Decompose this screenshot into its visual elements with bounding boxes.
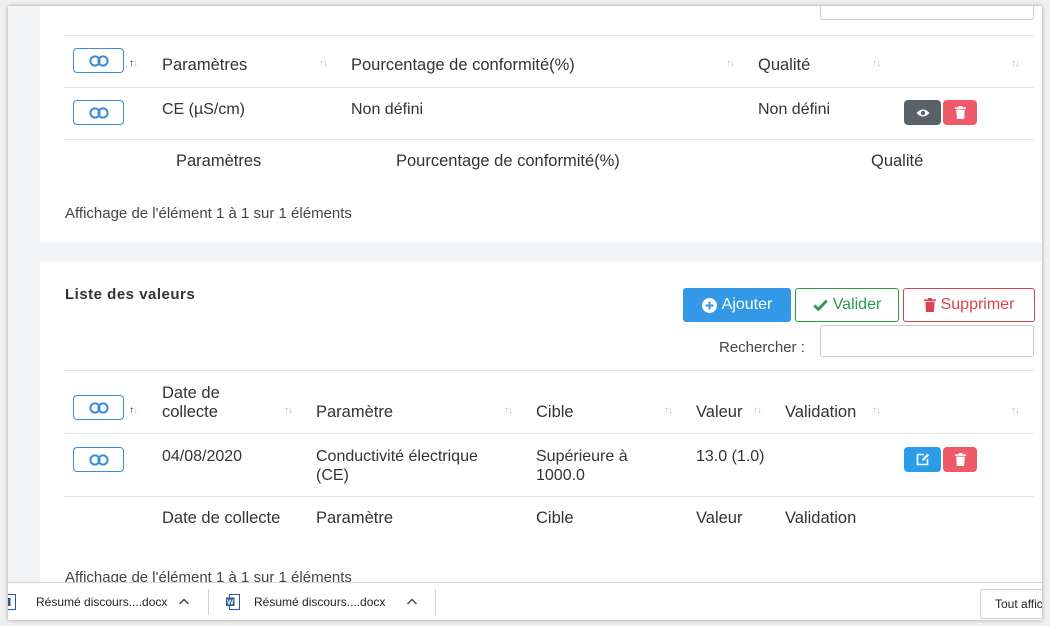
footer-param: Paramètre	[316, 509, 394, 527]
search-input[interactable]	[820, 325, 1034, 357]
chevron-up-icon[interactable]	[406, 596, 418, 608]
toggle-icon	[88, 401, 109, 414]
column-header-date-line1[interactable]: Date de	[162, 384, 220, 403]
column-header-param[interactable]: Paramètre	[316, 403, 393, 422]
delete-button-label: Supprimer	[940, 296, 1015, 313]
footer-value: Valeur	[696, 509, 743, 527]
divider	[64, 87, 1034, 88]
sort-icon[interactable]: ↑↓	[129, 58, 138, 69]
column-header-param[interactable]: Paramètres	[162, 56, 247, 75]
sort-icon[interactable]: ↑↓	[504, 405, 513, 416]
divider	[64, 370, 1034, 371]
validate-button-label: Valider	[832, 296, 882, 313]
toggle-icon	[88, 453, 109, 466]
footer-target: Cible	[536, 509, 574, 527]
column-header-date-line2[interactable]: collecte	[162, 403, 218, 422]
cell-param-line2: (CE)	[316, 467, 349, 484]
column-header-pct[interactable]: Pourcentage de conformité(%)	[351, 56, 575, 75]
cell-pct: Non défini	[351, 101, 424, 118]
sort-icon[interactable]: ↑↓	[1011, 58, 1020, 69]
sort-icon[interactable]: ↑↓	[664, 405, 673, 416]
word-doc-icon: W	[226, 594, 240, 610]
table-info: Affichage de l'élément 1 à 1 sur 1 éléme…	[65, 205, 352, 222]
cell-quality: Non défini	[758, 101, 831, 118]
toggle-icon	[88, 106, 109, 119]
word-doc-icon	[8, 594, 16, 610]
column-header-validation[interactable]: Validation	[785, 403, 856, 422]
divider	[64, 35, 1034, 36]
delete-row-button[interactable]	[943, 447, 977, 472]
footer-pct: Pourcentage de conformité(%)	[396, 152, 620, 170]
cell-date: 04/08/2020	[162, 448, 243, 465]
add-button-label: Ajouter	[721, 296, 773, 313]
cell-param: CE (µS/cm)	[162, 101, 245, 118]
svg-text:W: W	[227, 600, 234, 607]
browser-viewport: ↑↓ Paramètres ↑↓ Pourcentage de conformi…	[8, 6, 1042, 620]
download-item[interactable]: Résumé discours....docx	[8, 583, 167, 620]
download-bar: Résumé discours....docx W Résumé discour…	[8, 582, 1042, 620]
sort-icon[interactable]: ↑↓	[284, 405, 293, 416]
column-header-value[interactable]: Valeur	[696, 403, 742, 422]
trash-icon	[923, 298, 936, 312]
sort-icon[interactable]: ↑↓	[1011, 405, 1020, 416]
card-title: Liste des valeurs	[65, 286, 196, 303]
sort-icon[interactable]: ↑↓	[129, 405, 138, 416]
column-header-target[interactable]: Cible	[536, 403, 574, 422]
check-icon	[812, 299, 828, 311]
validate-button[interactable]: Valider	[795, 288, 899, 322]
results-search-input[interactable]	[820, 6, 1034, 20]
edit-icon	[916, 453, 929, 466]
cell-param-line1: Conductivité électrique	[316, 448, 478, 465]
footer-date: Date de collecte	[162, 509, 281, 527]
sort-icon[interactable]: ↑↓	[872, 58, 881, 69]
view-button[interactable]	[904, 100, 941, 125]
column-toggle-button[interactable]	[73, 48, 124, 73]
eye-icon	[916, 109, 929, 116]
download-item-label: Résumé discours....docx	[36, 595, 168, 609]
search-label: Rechercher :	[719, 339, 805, 356]
download-item[interactable]: W Résumé discours....docx	[226, 583, 385, 620]
toggle-icon	[88, 54, 109, 67]
chevron-up-icon[interactable]	[178, 596, 190, 608]
row-toggle-button[interactable]	[73, 100, 124, 125]
sort-icon[interactable]: ↑↓	[319, 58, 328, 69]
download-item-label: Résumé discours....docx	[254, 595, 386, 609]
edit-button[interactable]	[904, 447, 941, 472]
add-button[interactable]: Ajouter	[683, 288, 791, 322]
separator	[208, 589, 209, 615]
values-card: Liste des valeurs Ajouter Valider Suppri…	[40, 262, 1042, 592]
separator	[435, 589, 436, 615]
sort-icon[interactable]: ↑↓	[753, 405, 762, 416]
footer-quality: Qualité	[871, 152, 924, 170]
cell-target-line1: Supérieure à	[536, 448, 628, 465]
cell-target-line2: 1000.0	[536, 467, 585, 484]
sort-icon[interactable]: ↑↓	[872, 405, 881, 416]
sort-icon[interactable]: ↑↓	[726, 58, 735, 69]
cell-value: 13.0 (1.0)	[696, 448, 765, 465]
divider	[64, 496, 1034, 497]
divider	[64, 139, 1034, 140]
trash-icon	[954, 106, 966, 119]
delete-row-button[interactable]	[943, 100, 977, 125]
row-toggle-button[interactable]	[73, 447, 124, 472]
plus-circle-icon	[701, 297, 717, 313]
show-all-button[interactable]: Tout afficher	[980, 589, 1042, 619]
footer-param: Paramètres	[176, 152, 262, 170]
divider	[64, 433, 1034, 434]
footer-validation: Validation	[785, 509, 857, 527]
trash-icon	[954, 453, 966, 466]
delete-button[interactable]: Supprimer	[903, 288, 1035, 322]
column-toggle-button[interactable]	[73, 395, 124, 420]
column-header-quality[interactable]: Qualité	[758, 56, 810, 75]
results-card: ↑↓ Paramètres ↑↓ Pourcentage de conformi…	[40, 6, 1042, 242]
